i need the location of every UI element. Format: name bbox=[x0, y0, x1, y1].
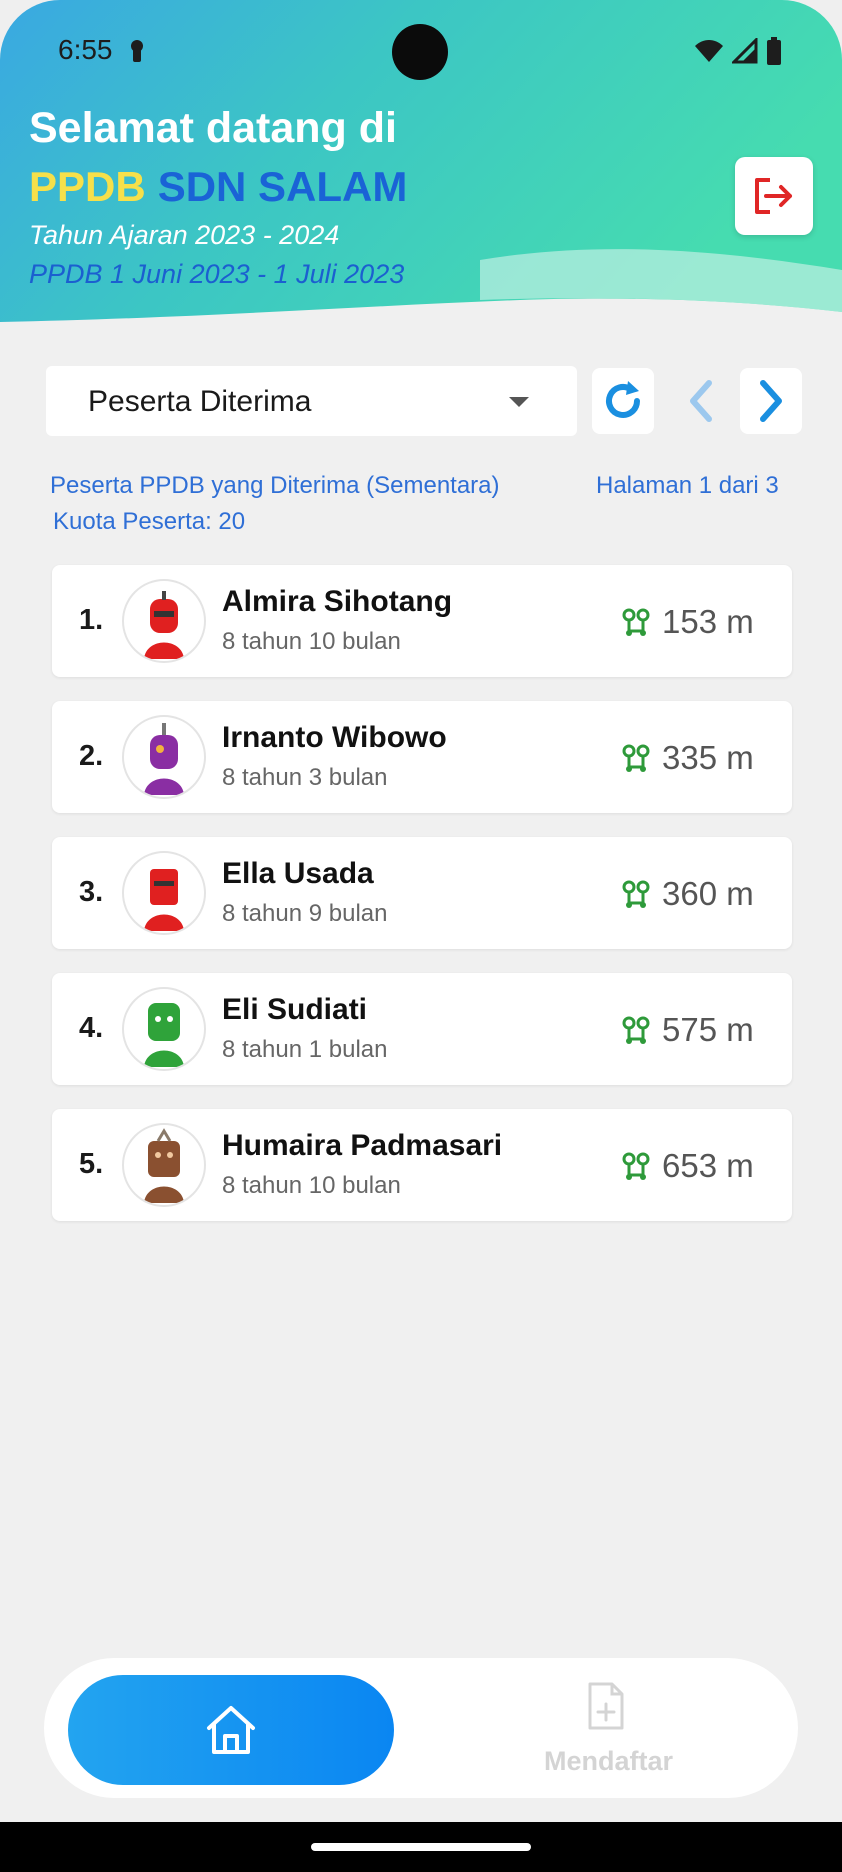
welcome-text: Selamat datang di bbox=[29, 104, 397, 152]
bottom-navigation: Mendaftar bbox=[44, 1658, 798, 1798]
participant-card[interactable]: 2. Irnanto Wibowo 8 tahun 3 bulan 335 m bbox=[52, 701, 792, 813]
route-distance-icon bbox=[622, 608, 650, 636]
dropdown-selected-value: Peserta Diterima bbox=[88, 385, 312, 418]
robot-avatar-icon bbox=[144, 723, 184, 795]
quota-label: Kuota Peserta: 20 bbox=[53, 508, 246, 535]
robot-avatar-icon bbox=[144, 591, 184, 659]
route-distance-icon bbox=[622, 880, 650, 908]
home-tab[interactable] bbox=[68, 1675, 394, 1785]
avatar bbox=[122, 715, 206, 799]
status-time: 6:55 bbox=[58, 34, 113, 65]
status-filter-dropdown[interactable]: Peserta Diterima bbox=[46, 366, 577, 436]
participant-age: 8 tahun 10 bulan bbox=[222, 1172, 401, 1199]
home-indicator[interactable] bbox=[311, 1843, 531, 1851]
refresh-button[interactable] bbox=[592, 368, 654, 434]
app-title: PPDB SDN SALAM bbox=[29, 163, 407, 211]
participant-rank: 2. bbox=[79, 740, 104, 772]
logout-icon bbox=[755, 178, 792, 214]
academic-year: Tahun Ajaran 2023 - 2024 bbox=[29, 220, 340, 250]
participant-card[interactable]: 4. Eli Sudiati 8 tahun 1 bulan 575 m bbox=[52, 973, 792, 1085]
participant-age: 8 tahun 10 bulan bbox=[222, 628, 401, 655]
page-indicator: Halaman 1 dari 3 bbox=[596, 472, 779, 499]
avatar bbox=[122, 987, 206, 1071]
signal-icon bbox=[732, 38, 758, 64]
registration-period: PPDB 1 Juni 2023 - 1 Juli 2023 bbox=[29, 259, 405, 289]
robot-avatar-icon bbox=[144, 869, 184, 931]
participant-distance: 153 m bbox=[662, 603, 754, 640]
next-page-button[interactable] bbox=[740, 368, 802, 434]
participant-name: Ella Usada bbox=[222, 857, 374, 890]
app-screen: 6:55 Selamat datang di PPDB SDN SALAM Tah… bbox=[0, 0, 842, 1872]
brand-school: SDN SALAM bbox=[157, 163, 408, 210]
robot-avatar-icon bbox=[144, 1128, 184, 1203]
lock-icon bbox=[131, 40, 143, 62]
status-icons bbox=[694, 36, 782, 66]
prev-page-button[interactable] bbox=[670, 368, 732, 434]
participant-name: Almira Sihotang bbox=[222, 585, 453, 618]
participant-name: Humaira Padmasari bbox=[222, 1129, 503, 1162]
chevron-right-icon bbox=[760, 380, 782, 422]
participant-rank: 1. bbox=[79, 604, 104, 636]
avatar bbox=[122, 851, 206, 935]
participant-rank: 5. bbox=[79, 1148, 104, 1180]
file-add-icon[interactable] bbox=[586, 1682, 626, 1730]
route-distance-icon bbox=[622, 1016, 650, 1044]
brand-ppdb: PPDB bbox=[29, 163, 146, 210]
avatar bbox=[122, 1123, 206, 1207]
participant-distance: 653 m bbox=[662, 1147, 754, 1184]
battery-icon bbox=[767, 37, 781, 65]
participant-age: 8 tahun 3 bulan bbox=[222, 764, 388, 791]
avatar bbox=[122, 579, 206, 663]
route-distance-icon bbox=[622, 744, 650, 772]
route-distance-icon bbox=[622, 1152, 650, 1180]
participant-distance: 335 m bbox=[662, 739, 754, 776]
logout-button[interactable] bbox=[735, 157, 813, 235]
dropdown-arrow-icon bbox=[509, 397, 529, 407]
participant-card[interactable]: 5. Humaira Padmasari 8 tahun 10 bulan 65… bbox=[52, 1109, 792, 1221]
participant-card[interactable]: 1. Almira Sihotang 8 tahun 10 bulan 153 … bbox=[52, 565, 792, 677]
register-tab-label[interactable]: Mendaftar bbox=[544, 1746, 673, 1777]
participant-card[interactable]: 3. Ella Usada 8 tahun 9 bulan 360 m bbox=[52, 837, 792, 949]
participant-rank: 3. bbox=[79, 876, 104, 908]
camera-cutout bbox=[392, 24, 448, 80]
participant-rank: 4. bbox=[79, 1012, 104, 1044]
home-icon bbox=[207, 1706, 255, 1754]
chevron-left-icon bbox=[690, 380, 712, 422]
wifi-icon bbox=[695, 40, 723, 62]
participant-distance: 360 m bbox=[662, 875, 754, 912]
participant-name: Eli Sudiati bbox=[222, 993, 368, 1026]
list-title: Peserta PPDB yang Diterima (Sementara) bbox=[50, 472, 500, 499]
refresh-icon bbox=[606, 381, 640, 418]
participant-distance: 575 m bbox=[662, 1011, 754, 1048]
header: 6:55 Selamat datang di PPDB SDN SALAM Tah… bbox=[0, 0, 842, 330]
robot-avatar-icon bbox=[144, 1003, 184, 1067]
participant-age: 8 tahun 9 bulan bbox=[222, 900, 388, 927]
participant-name: Irnanto Wibowo bbox=[222, 721, 447, 754]
participant-age: 8 tahun 1 bulan bbox=[222, 1036, 388, 1063]
